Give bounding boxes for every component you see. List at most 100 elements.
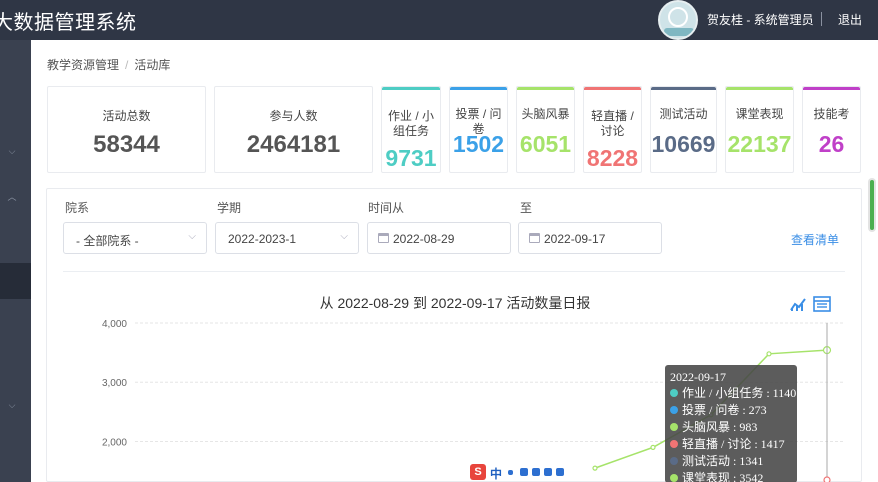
stat-value: 9731: [385, 145, 437, 171]
chevron-up-icon[interactable]: ︿: [7, 192, 17, 202]
chevron-down-icon[interactable]: ⌵: [7, 400, 17, 410]
stat-color-bar: [382, 87, 440, 90]
stat-value: 58344: [93, 131, 160, 158]
app-title: 大数据管理系统: [0, 12, 137, 34]
stat-card-skill[interactable]: 技能考 26: [802, 86, 861, 173]
from-date-value: 2022-08-29: [393, 232, 455, 246]
calendar-icon: [378, 233, 389, 243]
ime-toolbar[interactable]: S 中: [470, 462, 580, 482]
avatar[interactable]: [658, 0, 698, 40]
tooltip-row-text: 作业 / 小组任务 : 1140: [682, 386, 797, 400]
tooltip-row-text: 投票 / 问卷 : 273: [682, 403, 767, 417]
stat-label: 参与人数: [269, 109, 318, 123]
stat-card-homework[interactable]: 作业 / 小组任务 9731: [381, 86, 441, 173]
stat-color-bar: [726, 87, 793, 90]
top-bar: 大数据管理系统 贺友桂 - 系统管理员 退出: [0, 0, 878, 40]
chevron-down-icon[interactable]: ⌵: [7, 146, 17, 156]
tooltip-row-text: 头脑风暴 : 983: [682, 420, 758, 434]
to-date-input[interactable]: 2022-09-17: [518, 222, 662, 254]
tools-grid-icon[interactable]: [556, 468, 564, 476]
tooltip-row-text: 课堂表现 : 3542: [682, 471, 764, 482]
tooltip-row: 测试活动 : 1341: [670, 453, 792, 470]
stat-value: 22137: [727, 131, 792, 157]
stat-label: 作业 / 小组任务: [387, 109, 434, 138]
y-tick-label: 2,000: [102, 437, 127, 448]
stat-card-total: 活动总数 58344: [47, 86, 206, 173]
stat-card-test[interactable]: 测试活动 10669: [650, 86, 717, 173]
data-point: [650, 444, 656, 450]
stat-value: 8228: [586, 145, 639, 171]
stat-value: 10669: [651, 131, 716, 157]
tooltip-date: 2022-09-17: [670, 370, 726, 384]
y-tick-label: 4,000: [102, 319, 127, 330]
scrollbar-thumb[interactable]: [870, 180, 874, 230]
department-value: - 全部院系 -: [76, 234, 139, 248]
tooltip-row: 投票 / 问卷 : 273: [670, 402, 792, 419]
tooltip-row-text: 轻直播 / 讨论 : 1417: [682, 437, 785, 451]
data-point: [823, 476, 831, 482]
tooltip-row: 轻直播 / 讨论 : 1417: [670, 436, 792, 453]
department-label: 院系: [65, 201, 90, 215]
tooltip-row-text: 测试活动 : 1341: [682, 454, 764, 468]
breadcrumb-item-resources[interactable]: 教学资源管理: [47, 58, 119, 72]
ime-logo-icon: S: [470, 464, 486, 480]
term-label: 学期: [217, 201, 242, 215]
series-dot-icon: [670, 423, 678, 431]
stat-card-vote[interactable]: 投票 / 问卷 1502: [449, 86, 508, 173]
view-list-link[interactable]: 查看清单: [791, 231, 839, 248]
stat-color-bar: [517, 87, 574, 90]
mic-icon[interactable]: [520, 468, 528, 476]
ime-mode[interactable]: 中: [490, 465, 502, 482]
stat-label: 课堂表现: [735, 107, 784, 121]
keyboard-icon[interactable]: [532, 468, 540, 476]
tooltip-row: 头脑风暴 : 983: [670, 419, 792, 436]
punctuation-icon[interactable]: [508, 470, 513, 475]
tooltip-row: 作业 / 小组任务 : 1140: [670, 385, 796, 402]
sidebar-item-active[interactable]: [0, 263, 31, 299]
stat-card-brainstorm[interactable]: 头脑风暴 6051: [516, 86, 575, 173]
chevron-down-icon: ⌵: [340, 231, 348, 242]
stat-value: 26: [818, 131, 845, 157]
logout-link[interactable]: 退出: [838, 11, 862, 28]
to-date-label: 至: [520, 201, 533, 215]
divider: [63, 271, 845, 272]
stat-label: 技能考: [813, 107, 850, 121]
stat-label: 轻直播 / 讨论: [591, 109, 634, 138]
stat-card-live[interactable]: 轻直播 / 讨论 8228: [583, 86, 642, 173]
avatar-head-icon: [668, 7, 688, 27]
breadcrumb-separator: /: [125, 58, 129, 72]
tooltip-row: 课堂表现 : 3542: [670, 470, 792, 482]
stat-label: 活动总数: [102, 109, 151, 123]
department-select[interactable]: - 全部院系 - ⌵: [63, 222, 207, 254]
stat-label: 测试活动: [659, 107, 708, 121]
stat-label: 头脑风暴: [521, 107, 570, 121]
avatar-badge-icon: [664, 28, 694, 36]
series-dot-icon: [670, 440, 678, 448]
series-dot-icon: [670, 474, 678, 482]
stat-card-performance[interactable]: 课堂表现 22137: [725, 86, 794, 173]
breadcrumb-item-activity-library: 活动库: [134, 58, 171, 72]
term-select[interactable]: 2022-2023-1 ⌵: [215, 222, 359, 254]
data-point: [592, 465, 598, 471]
y-tick-label: 3,000: [102, 378, 127, 389]
stat-color-bar: [803, 87, 860, 90]
stat-value: 1502: [452, 131, 505, 157]
stat-color-bar: [584, 87, 641, 90]
tooltip-rows: 作业 / 小组任务 : 1140 投票 / 问卷 : 273 头脑风暴 : 983 轻…: [670, 385, 796, 482]
stat-value: 6051: [519, 131, 572, 157]
series-dot-icon: [670, 457, 678, 465]
skin-icon[interactable]: [544, 468, 552, 476]
series-dot-icon: [670, 389, 678, 397]
top-divider: [821, 12, 822, 26]
calendar-icon: [529, 233, 540, 243]
series-dot-icon: [670, 406, 678, 414]
from-date-label: 时间从: [368, 201, 405, 215]
chevron-down-icon: ⌵: [188, 231, 196, 242]
user-name[interactable]: 贺友桂 - 系统管理员: [707, 11, 814, 28]
to-date-value: 2022-09-17: [544, 232, 606, 246]
term-value: 2022-2023-1: [228, 232, 297, 246]
stat-value: 2464181: [246, 131, 341, 158]
stat-card-participants: 参与人数 2464181: [214, 86, 373, 173]
from-date-input[interactable]: 2022-08-29: [367, 222, 511, 254]
breadcrumb: 教学资源管理 / 活动库: [47, 56, 170, 73]
